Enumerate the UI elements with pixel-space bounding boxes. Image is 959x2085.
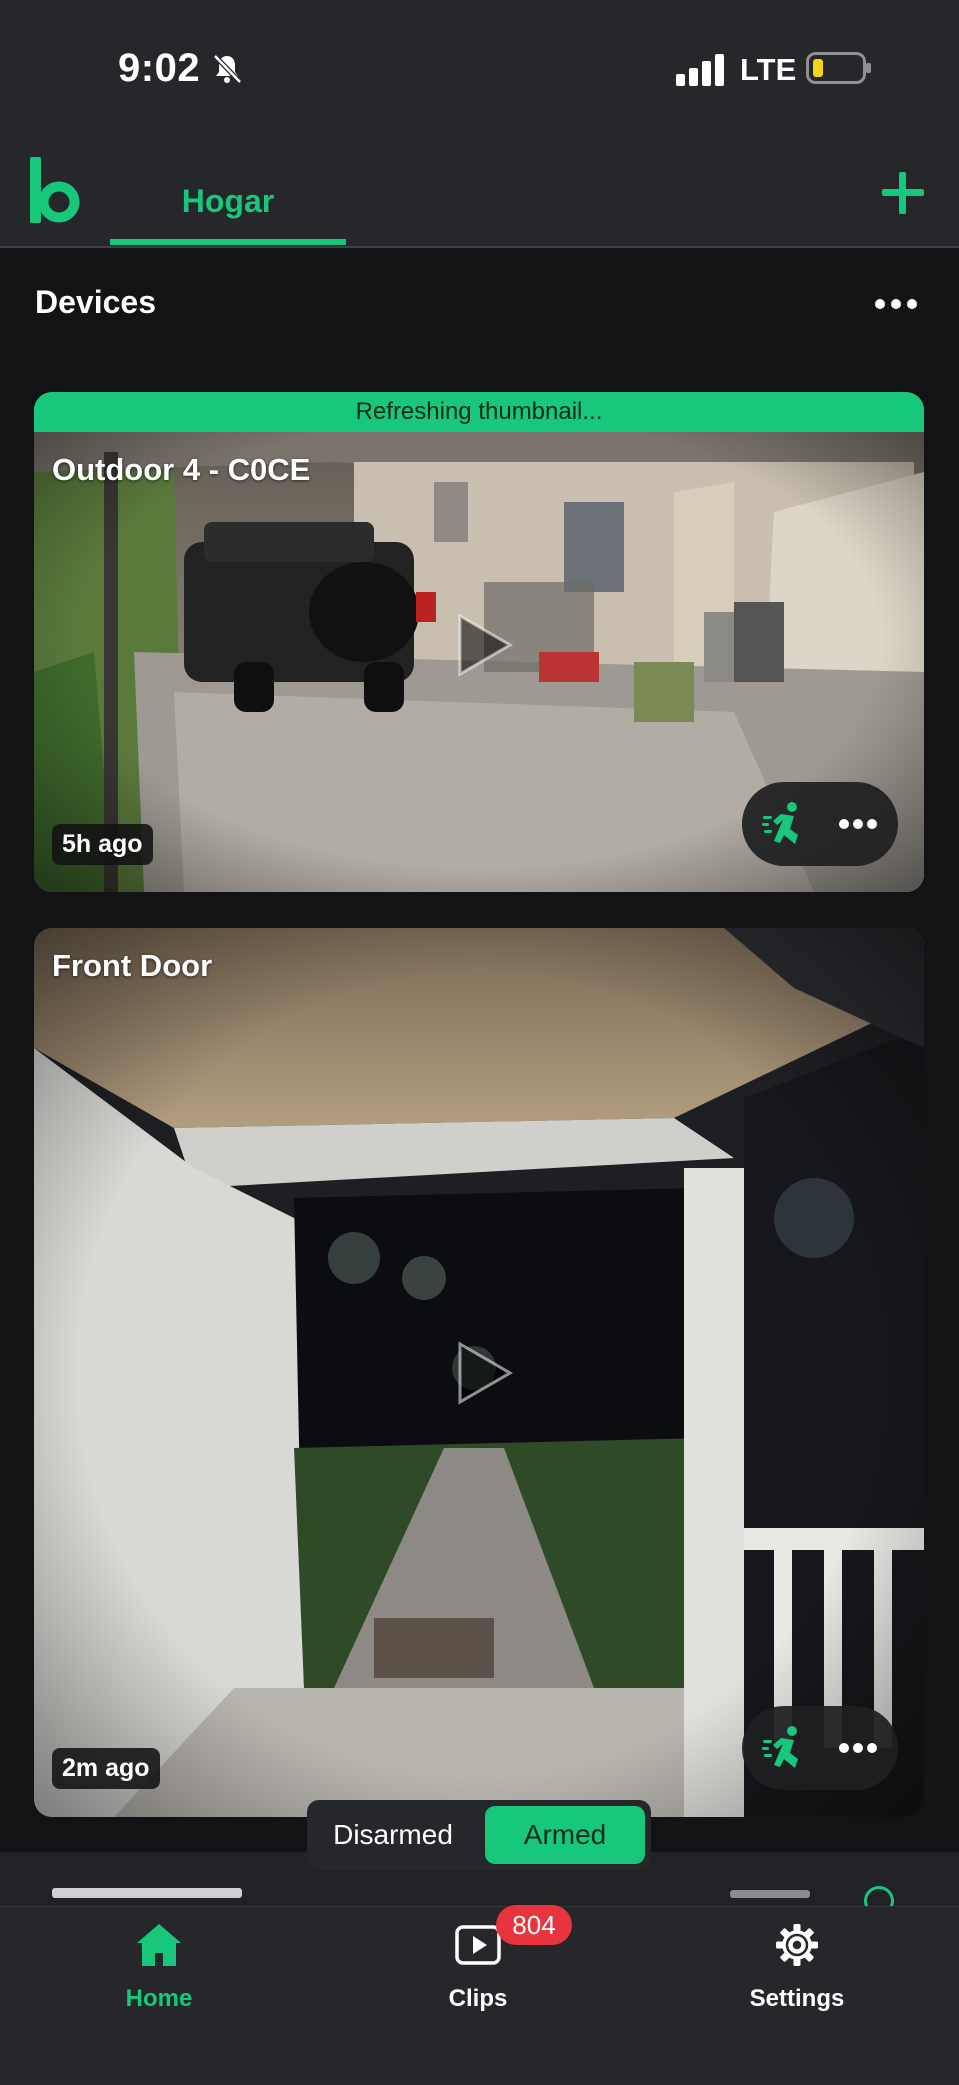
gear-icon [776, 1924, 818, 1966]
nav-settings-label: Settings [749, 1985, 845, 2012]
cellular-signal-icon [676, 54, 724, 86]
last-updated-label: 5h ago [52, 824, 153, 865]
bottom-tab-bar: Home 804 Clips Settings [0, 1905, 959, 2085]
tab-active-indicator [110, 239, 346, 245]
nav-home-label: Home [125, 1985, 193, 2012]
header-divider [0, 246, 959, 248]
camera-name: Outdoor 4 - C0CE [52, 452, 311, 487]
clips-count-badge: 804 [496, 1905, 572, 1945]
nav-clips[interactable]: 804 Clips [378, 1905, 578, 2037]
armed-button[interactable]: Armed [485, 1806, 645, 1864]
ellipsis-icon[interactable] [872, 290, 920, 318]
refresh-banner: Refreshing thumbnail... [34, 392, 924, 432]
devices-title: Devices [35, 284, 156, 320]
nav-settings[interactable]: Settings [697, 1907, 897, 2037]
nav-clips-label: Clips [448, 1985, 508, 2012]
motion-detection-icon[interactable] [762, 801, 808, 847]
camera-actions-pill [742, 782, 898, 866]
ellipsis-icon[interactable] [838, 810, 878, 838]
disarmed-button[interactable]: Disarmed [307, 1800, 479, 1870]
tab-hogar[interactable]: Hogar [110, 140, 346, 247]
tab-hogar-label: Hogar [181, 183, 275, 219]
play-icon[interactable] [454, 1340, 514, 1406]
camera-card-front-door[interactable]: Front Door 2m ago [34, 928, 924, 1817]
home-icon [137, 1924, 181, 1966]
camera-name: Front Door [52, 948, 213, 983]
bell-slash-icon [213, 54, 242, 84]
play-icon[interactable] [454, 612, 514, 678]
sync-module-settings [730, 1890, 810, 1898]
battery-low-icon [806, 52, 871, 84]
plus-icon[interactable] [876, 166, 930, 220]
blink-logo [30, 157, 80, 223]
ellipsis-icon[interactable] [838, 1734, 878, 1762]
network-type: LTE [740, 52, 797, 87]
last-updated-label: 2m ago [52, 1748, 160, 1789]
app-header: Hogar [0, 140, 959, 248]
sync-module-status-icon [864, 1886, 894, 1908]
sync-module-title [52, 1888, 242, 1898]
nav-home[interactable]: Home [59, 1907, 259, 2037]
status-bar: 9:02 LTE [0, 0, 959, 140]
status-time: 9:02 [118, 46, 201, 90]
motion-detection-icon[interactable] [762, 1725, 808, 1771]
clips-icon [455, 1925, 501, 1965]
camera-actions-pill [742, 1706, 898, 1790]
camera-card-outdoor[interactable]: Refreshing thumbnail... Outdoor 4 - C0CE… [34, 392, 924, 892]
arm-mode-toggle: Disarmed Armed [307, 1800, 651, 1870]
